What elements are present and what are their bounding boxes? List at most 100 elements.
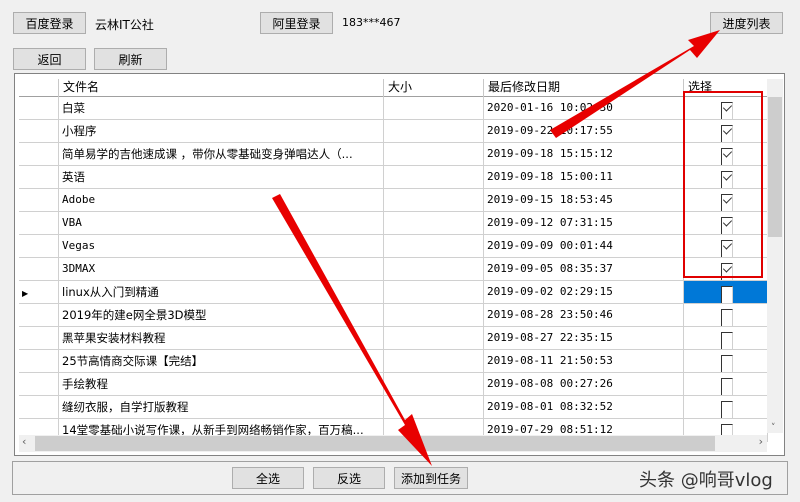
progress-list-button[interactable]: 进度列表 bbox=[710, 12, 783, 34]
row-selector[interactable] bbox=[19, 143, 59, 166]
select-checkbox[interactable] bbox=[721, 171, 733, 188]
size-cell bbox=[384, 327, 484, 350]
header-size[interactable]: 大小 bbox=[384, 79, 484, 97]
table-row[interactable]: 缝纫衣服，自学打版教程 2019-08-01 08:32:52 bbox=[19, 396, 768, 419]
select-cell[interactable] bbox=[684, 258, 768, 281]
filename-cell: Adobe bbox=[59, 189, 384, 212]
modified-cell: 2019-09-18 15:00:11 bbox=[484, 166, 684, 189]
modified-cell: 2019-09-09 00:01:44 bbox=[484, 235, 684, 258]
select-checkbox[interactable] bbox=[721, 286, 733, 303]
modified-cell: 2020-01-16 10:02:30 bbox=[484, 97, 684, 120]
select-checkbox[interactable] bbox=[721, 332, 733, 349]
row-selector[interactable]: ▶ bbox=[19, 281, 59, 304]
back-button[interactable]: 返回 bbox=[13, 48, 86, 70]
ali-username: 183***467 bbox=[342, 16, 401, 29]
select-cell[interactable] bbox=[684, 281, 768, 304]
add-to-task-button[interactable]: 添加到任务 bbox=[394, 467, 468, 489]
baidu-login-button[interactable]: 百度登录 bbox=[13, 12, 86, 34]
select-cell[interactable] bbox=[684, 97, 768, 120]
select-checkbox[interactable] bbox=[721, 125, 733, 142]
modified-cell: 2019-09-12 07:31:15 bbox=[484, 212, 684, 235]
select-cell[interactable] bbox=[684, 350, 768, 373]
header-modified[interactable]: 最后修改日期 bbox=[484, 79, 684, 97]
row-selector[interactable] bbox=[19, 120, 59, 143]
size-cell bbox=[384, 97, 484, 120]
horizontal-scroll-thumb[interactable] bbox=[35, 436, 715, 451]
row-selector[interactable] bbox=[19, 189, 59, 212]
table-row[interactable]: 白菜 2020-01-16 10:02:30 bbox=[19, 97, 768, 120]
select-checkbox[interactable] bbox=[721, 194, 733, 211]
select-cell[interactable] bbox=[684, 327, 768, 350]
modified-cell: 2019-08-01 08:32:52 bbox=[484, 396, 684, 419]
table-row[interactable]: Adobe 2019-09-15 18:53:45 bbox=[19, 189, 768, 212]
select-cell[interactable] bbox=[684, 143, 768, 166]
select-all-button[interactable]: 全选 bbox=[232, 467, 304, 489]
filename-cell: 25节高情商交际课【完结】 bbox=[59, 350, 384, 373]
select-cell[interactable] bbox=[684, 120, 768, 143]
scroll-down-icon[interactable]: ˅ bbox=[771, 423, 776, 433]
invert-selection-button[interactable]: 反选 bbox=[313, 467, 385, 489]
row-selector[interactable] bbox=[19, 212, 59, 235]
select-cell[interactable] bbox=[684, 166, 768, 189]
modified-cell: 2019-08-08 00:27:26 bbox=[484, 373, 684, 396]
row-selector[interactable] bbox=[19, 396, 59, 419]
select-checkbox[interactable] bbox=[721, 148, 733, 165]
table-row[interactable]: 手绘教程 2019-08-08 00:27:26 bbox=[19, 373, 768, 396]
select-checkbox[interactable] bbox=[721, 309, 733, 326]
table-row[interactable]: 2019年的建e网全景3D模型 2019-08-28 23:50:46 bbox=[19, 304, 768, 327]
header-row-selector bbox=[19, 79, 59, 97]
refresh-button[interactable]: 刷新 bbox=[94, 48, 167, 70]
file-grid: 文件名 大小 最后修改日期 选择 白菜 2020-01-16 10:02:30 … bbox=[14, 73, 785, 456]
select-checkbox[interactable] bbox=[721, 102, 733, 119]
row-selector[interactable] bbox=[19, 97, 59, 120]
select-cell[interactable] bbox=[684, 373, 768, 396]
filename-cell: 3DMAX bbox=[59, 258, 384, 281]
select-checkbox[interactable] bbox=[721, 240, 733, 257]
header-filename[interactable]: 文件名 bbox=[59, 79, 384, 97]
table-row[interactable]: 英语 2019-09-18 15:00:11 bbox=[19, 166, 768, 189]
size-cell bbox=[384, 189, 484, 212]
modified-cell: 2019-08-27 22:35:15 bbox=[484, 327, 684, 350]
scroll-left-icon[interactable]: ‹ bbox=[22, 435, 26, 448]
horizontal-scrollbar[interactable]: ‹ › bbox=[19, 435, 767, 452]
select-cell[interactable] bbox=[684, 235, 768, 258]
row-selector[interactable] bbox=[19, 235, 59, 258]
size-cell bbox=[384, 350, 484, 373]
table-row[interactable]: 3DMAX 2019-09-05 08:35:37 bbox=[19, 258, 768, 281]
modified-cell: 2019-08-28 23:50:46 bbox=[484, 304, 684, 327]
row-selector[interactable] bbox=[19, 350, 59, 373]
header-select[interactable]: 选择 bbox=[684, 79, 768, 97]
ali-login-button[interactable]: 阿里登录 bbox=[260, 12, 333, 34]
filename-cell: 小程序 bbox=[59, 120, 384, 143]
table-row[interactable]: 黑苹果安装材料教程 2019-08-27 22:35:15 bbox=[19, 327, 768, 350]
vertical-scrollbar[interactable]: ˅ bbox=[767, 79, 783, 433]
select-cell[interactable] bbox=[684, 304, 768, 327]
table-row[interactable]: 简单易学的吉他速成课 ，带你从零基础变身弹唱达人（... 2019-09-18 … bbox=[19, 143, 768, 166]
row-selector[interactable] bbox=[19, 166, 59, 189]
select-cell[interactable] bbox=[684, 212, 768, 235]
select-checkbox[interactable] bbox=[721, 401, 733, 418]
row-selector[interactable] bbox=[19, 304, 59, 327]
table-row[interactable]: VBA 2019-09-12 07:31:15 bbox=[19, 212, 768, 235]
select-checkbox[interactable] bbox=[721, 355, 733, 372]
vertical-scroll-thumb[interactable] bbox=[768, 97, 782, 237]
table-row[interactable]: 小程序 2019-09-22 10:17:55 bbox=[19, 120, 768, 143]
filename-cell: linux从入门到精通 bbox=[59, 281, 384, 304]
select-checkbox[interactable] bbox=[721, 217, 733, 234]
select-checkbox[interactable] bbox=[721, 263, 733, 280]
table-row[interactable]: 25节高情商交际课【完结】 2019-08-11 21:50:53 bbox=[19, 350, 768, 373]
size-cell bbox=[384, 166, 484, 189]
table-row[interactable]: ▶ linux从入门到精通 2019-09-02 02:29:15 bbox=[19, 281, 768, 304]
select-cell[interactable] bbox=[684, 189, 768, 212]
filename-cell: 英语 bbox=[59, 166, 384, 189]
watermark: 头条 @响哥vlog bbox=[639, 470, 773, 491]
row-selector[interactable] bbox=[19, 258, 59, 281]
table-row[interactable]: Vegas 2019-09-09 00:01:44 bbox=[19, 235, 768, 258]
select-cell[interactable] bbox=[684, 396, 768, 419]
size-cell bbox=[384, 120, 484, 143]
select-checkbox[interactable] bbox=[721, 378, 733, 395]
filename-cell: 缝纫衣服，自学打版教程 bbox=[59, 396, 384, 419]
row-selector[interactable] bbox=[19, 373, 59, 396]
row-selector[interactable] bbox=[19, 327, 59, 350]
scroll-right-icon[interactable]: › bbox=[759, 435, 763, 448]
